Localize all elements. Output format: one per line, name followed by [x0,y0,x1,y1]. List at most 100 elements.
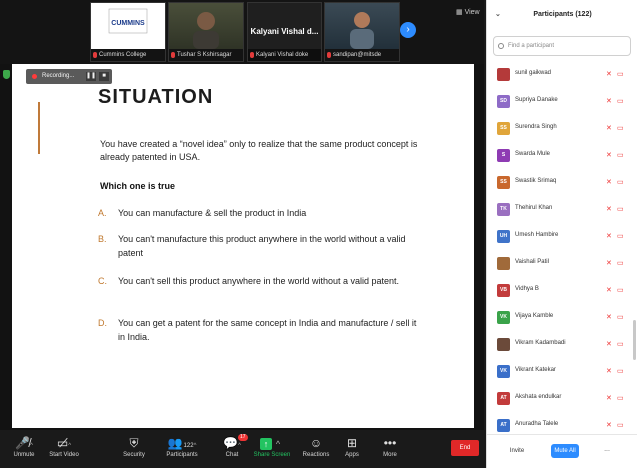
chat-badge: 17 [238,434,248,441]
scrollbar[interactable] [633,320,636,360]
participant-video [169,3,243,49]
participants-panel: ⌄ Participants (122) Find a participant … [486,0,637,468]
muted-mic-icon: ✕ [606,98,612,105]
participants-button[interactable]: 👥122^ Participants [160,434,204,458]
participant-row[interactable]: SD Supriya Danake ✕ ▭ [487,89,637,116]
video-off-icon: ▭̸^ [56,436,72,450]
participant-name: Vikram Kadambadi [515,340,566,346]
option-b: B. You can't manufacture this product an… [98,234,406,258]
video-tile[interactable]: Kalyani Vishal d... Kalyani Vishal doke [247,2,322,62]
panel-more-button[interactable]: ... [599,444,615,458]
collapse-chevron-icon[interactable]: ⌄ [495,0,501,30]
participant-row[interactable]: SS Swastik Srimaq ✕ ▭ [487,170,637,197]
video-off-icon: ▭ [617,125,624,132]
participant-name: Anuradha Talele [515,421,559,427]
slide-question: Which one is true [100,181,176,191]
recording-dot-icon [32,74,37,79]
participant-row[interactable]: VB Vidhya B ✕ ▭ [487,278,637,305]
invite-button[interactable]: Invite [503,444,531,458]
muted-mic-icon: ✕ [606,152,612,159]
security-shield-icon [3,70,10,79]
video-off-icon: ▭ [617,287,624,294]
video-off-icon: ▭ [617,233,624,240]
participant-name: Vaishali Patil [515,259,549,265]
mute-all-button[interactable]: Mute All [551,444,579,458]
participant-name: Surendra Singh [515,124,557,130]
participant-video [325,3,399,49]
unmute-button[interactable]: 🎤̸^ Unmute [2,434,46,458]
participant-row[interactable]: S Swarda Mule ✕ ▭ [487,143,637,170]
pause-recording-icon[interactable]: ❚❚ [86,72,96,81]
video-off-icon: ▭ [617,179,624,186]
muted-mic-icon: ✕ [606,368,612,375]
participant-name: Thehirul Khan [515,205,553,211]
participant-row[interactable]: sunil gaikwad ✕ ▭ [487,62,637,89]
avatar [497,68,510,81]
security-button[interactable]: ⛨ Security [112,434,156,458]
participant-list: sunil gaikwad ✕ ▭ SD Supriya Danake ✕ ▭ SS Suren… [487,62,637,434]
muted-mic-icon: 🎤̸^ [15,436,33,450]
video-tile-caption: sandipan@mitsde [325,49,399,61]
video-tile[interactable]: CUMMINS Cummins College [90,2,166,62]
view-button[interactable]: ▦ View [456,8,480,16]
muted-mic-icon [93,52,97,58]
video-off-icon: ▭ [617,98,624,105]
more-button[interactable]: ••• More [368,434,412,458]
video-off-icon: ▭ [617,395,624,402]
participant-row[interactable]: VK Vikrant Katekar ✕ ▭ [487,359,637,386]
participant-row[interactable]: AT Akshata endulkar ✕ ▭ [487,386,637,413]
option-c: C. You can't sell this product anywhere … [98,276,400,286]
avatar: VK [497,365,510,378]
end-meeting-button[interactable]: End [451,440,479,456]
participant-name: Swastik Srimaq [515,178,557,184]
participant-row[interactable]: Vaishali Patil ✕ ▭ [487,251,637,278]
participant-row[interactable]: AT Anuradha Talele ✕ ▭ [487,413,637,434]
participant-row[interactable]: TK Thehirul Khan ✕ ▭ [487,197,637,224]
avatar: SS [497,122,510,135]
participant-name: sunil gaikwad [515,70,552,76]
muted-mic-icon: ✕ [606,422,612,429]
video-off-icon: ▭ [617,422,624,429]
video-tile[interactable]: Tushar S Kshirsagar [168,2,244,62]
video-off-icon: ▭ [617,368,624,375]
participant-search-input[interactable]: Find a participant [493,36,631,56]
more-icon: ••• [383,436,397,450]
share-screen-button[interactable]: ↑ ^ Share Screen [250,434,294,458]
participant-name: Supriya Danake [515,97,558,103]
muted-mic-icon: ✕ [606,206,612,213]
avatar [497,257,510,270]
start-video-button[interactable]: ▭̸^ Start Video [42,434,86,458]
panel-footer: Invite Mute All ... [487,434,637,468]
video-tile[interactable]: sandipan@mitsde [324,2,400,62]
avatar: AT [497,419,510,432]
participant-name: Vidhya B [515,286,539,292]
participant-row[interactable]: UH Umesh Hambire ✕ ▭ [487,224,637,251]
participant-row[interactable]: VK Vijaya Kamble ✕ ▭ [487,305,637,332]
option-a: A. You can manufacture & sell the produc… [98,208,307,218]
avatar: UH [497,230,510,243]
svg-text:CUMMINS: CUMMINS [111,20,145,27]
avatar: SS [497,176,510,189]
accent-line [38,102,40,154]
slide-intro: You have created a “novel idea” only to … [100,139,418,162]
video-off-icon: ▭ [617,260,624,267]
shield-icon: ⛨ [129,436,139,450]
slide-title: SITUATION [98,86,214,108]
option-d: D. You can get a patent for the same con… [98,318,417,342]
participant-row[interactable]: Vikram Kadambadi ✕ ▭ [487,332,637,359]
avatar: VB [497,284,510,297]
participants-icon: 👥122^ [167,436,197,450]
participant-name: Vijaya Kamble [515,313,554,319]
share-screen-icon: ↑ ^ [250,434,294,452]
chat-button[interactable]: 💬^ 17 Chat [210,434,254,458]
avatar: S [497,149,510,162]
search-icon [498,43,504,49]
video-tile-caption: Tushar S Kshirsagar [169,49,243,61]
stop-recording-icon[interactable]: ■ [99,72,109,81]
video-off-icon: ▭ [617,341,624,348]
shared-screen: Recording... ❚❚ ■ SITUATION You have cre… [0,64,484,430]
panel-header: ⌄ Participants (122) [487,0,637,30]
participant-name-large: Kalyani Vishal d... [250,27,319,36]
participant-row[interactable]: SS Surendra Singh ✕ ▭ [487,116,637,143]
next-page-icon[interactable]: › [400,22,416,38]
